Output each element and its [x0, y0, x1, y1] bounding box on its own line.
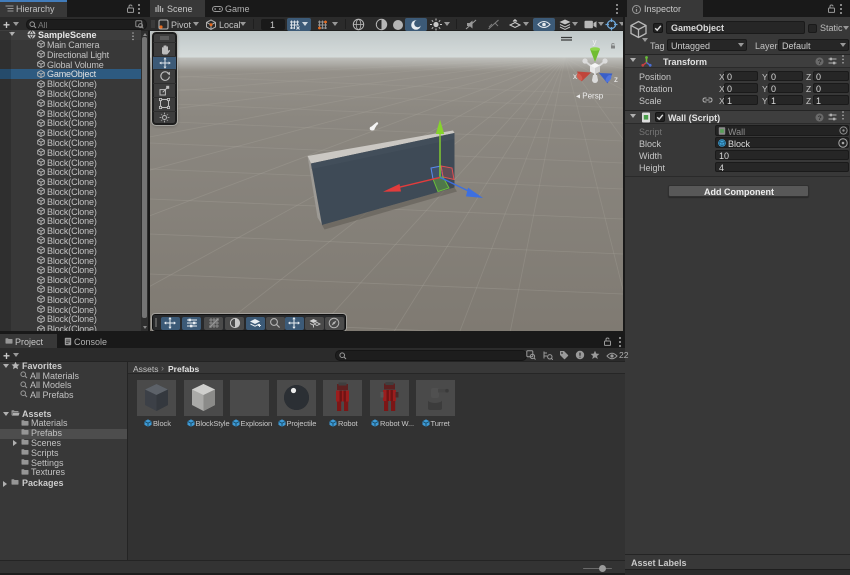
svg-text:z: z [614, 75, 618, 84]
svg-text:x: x [573, 72, 577, 81]
svg-text:?: ? [818, 115, 822, 122]
svg-text:?: ? [818, 59, 822, 66]
svg-text:y: y [593, 38, 597, 47]
svg-text:◂ Persp: ◂ Persp [576, 92, 604, 101]
